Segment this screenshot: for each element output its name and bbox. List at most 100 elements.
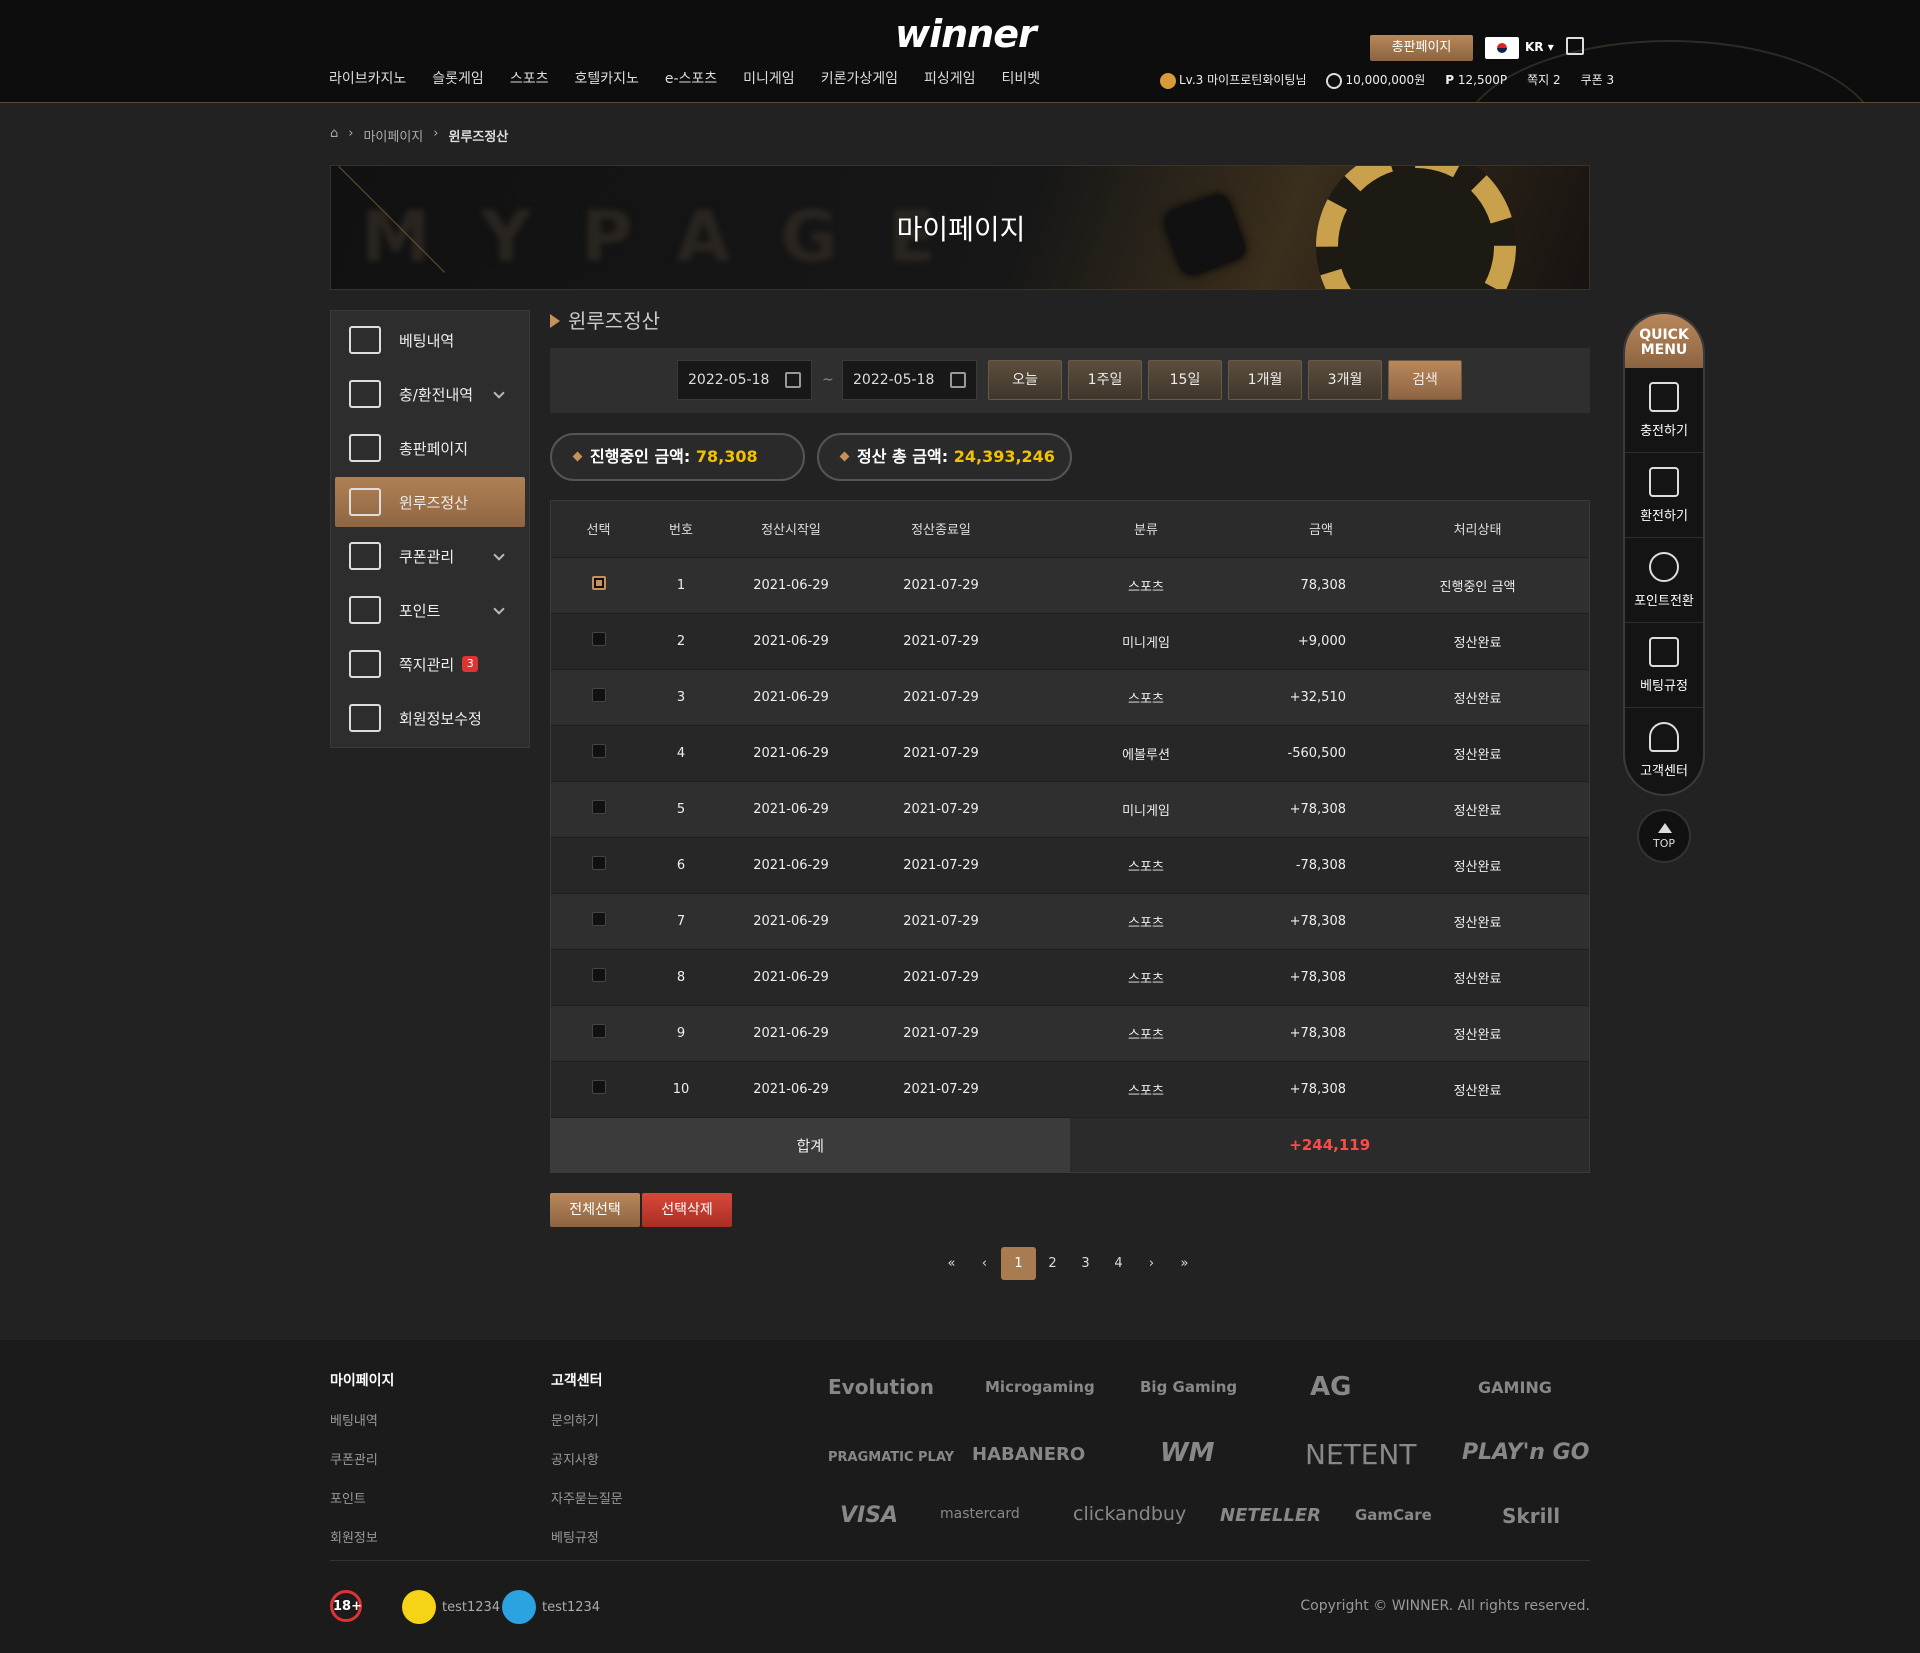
row-checkbox-cell[interactable] — [551, 1004, 646, 1061]
sidebar-item-distributor[interactable]: 총판페이지 — [335, 423, 525, 473]
sidebar-item-messages[interactable]: 쪽지관리 3 — [335, 639, 525, 689]
row-checkbox[interactable] — [591, 912, 606, 926]
kakao-contact[interactable]: test1234 — [402, 1590, 500, 1624]
table-row[interactable]: 9 2021-06-29 2021-07-29 스포츠 +78,308 정산완료 — [551, 1004, 1589, 1061]
filter-1week-button[interactable]: 1주일 — [1068, 360, 1142, 400]
page-button[interactable]: 1 — [1001, 1247, 1036, 1280]
user-coupons[interactable]: 쿠폰 3 — [1581, 71, 1625, 88]
row-checkbox-cell[interactable] — [551, 948, 646, 1005]
column-header: 번호 — [669, 523, 693, 539]
table-row[interactable]: 5 2021-06-29 2021-07-29 미니게임 +78,308 정산완료 — [551, 780, 1589, 837]
page-button[interactable]: 3 — [1069, 1256, 1102, 1271]
table-row[interactable]: 10 2021-06-29 2021-07-29 스포츠 +78,308 정산완료 — [551, 1060, 1589, 1117]
logout-icon[interactable] — [1566, 37, 1584, 55]
sidebar-item-betting-history[interactable]: 베팅내역 — [335, 315, 525, 365]
sidebar-item-member-info[interactable]: 회원정보수정 — [335, 693, 525, 743]
table-row[interactable]: 7 2021-06-29 2021-07-29 스포츠 +78,308 정산완료 — [551, 892, 1589, 949]
row-checkbox-cell[interactable] — [551, 836, 646, 893]
row-checkbox-cell[interactable] — [551, 780, 646, 837]
prev-page-icon[interactable]: ‹ — [968, 1256, 1001, 1271]
site-footer: 마이페이지 베팅내역 쿠폰관리 포인트 회원정보 고객센터 문의하기 공지사항 … — [0, 1340, 1920, 1653]
footer-link[interactable]: 베팅내역 — [330, 1410, 394, 1429]
sidebar-item-winlose[interactable]: 윈루즈정산 — [335, 477, 525, 527]
page-button[interactable]: 4 — [1102, 1256, 1135, 1271]
filter-today-button[interactable]: 오늘 — [988, 360, 1062, 400]
nav-item[interactable]: 피싱게임 — [924, 68, 976, 88]
telegram-contact[interactable]: test1234 — [502, 1590, 600, 1624]
table-row[interactable]: 8 2021-06-29 2021-07-29 스포츠 +78,308 정산완료 — [551, 948, 1589, 1005]
delete-selected-button[interactable]: 선택삭제 — [642, 1193, 732, 1227]
table-row[interactable]: 2 2021-06-29 2021-07-29 미니게임 +9,000 정산완료 — [551, 612, 1589, 669]
in-progress-amount: 진행중인 금액: 78,308 — [550, 433, 805, 481]
footer-link[interactable]: 자주묻는질문 — [551, 1488, 623, 1507]
row-checkbox[interactable] — [591, 632, 606, 646]
nav-item[interactable]: 키론가상게임 — [821, 68, 898, 88]
table-row[interactable]: 4 2021-06-29 2021-07-29 에볼루션 -560,500 정산완료 — [551, 724, 1589, 781]
footer-link[interactable]: 공지사항 — [551, 1449, 623, 1468]
filter-15days-button[interactable]: 15일 — [1148, 360, 1222, 400]
nav-item[interactable]: 라이브카지노 — [329, 68, 406, 88]
footer-link[interactable]: 포인트 — [330, 1488, 394, 1507]
quick-betting-rules[interactable]: 베팅규정 — [1625, 623, 1703, 708]
table-row[interactable]: 3 2021-06-29 2021-07-29 스포츠 +32,510 정산완료 — [551, 668, 1589, 725]
row-checkbox[interactable] — [591, 576, 606, 590]
row-checkbox-cell[interactable] — [551, 556, 646, 613]
row-end-date: 2021-07-29 — [866, 556, 1016, 613]
quick-point-convert[interactable]: 포인트전환 — [1625, 538, 1703, 623]
first-page-icon[interactable]: « — [935, 1256, 968, 1271]
table-row[interactable]: 1 2021-06-29 2021-07-29 스포츠 78,308 진행중인 금액 — [551, 556, 1589, 613]
row-checkbox-cell[interactable] — [551, 612, 646, 669]
select-all-button[interactable]: 전체선택 — [550, 1193, 640, 1227]
nav-item[interactable]: 스포츠 — [510, 68, 549, 88]
row-checkbox[interactable] — [591, 968, 606, 982]
sidebar-item-coupon[interactable]: 쿠폰관리 — [335, 531, 525, 581]
footer-link[interactable]: 문의하기 — [551, 1410, 623, 1429]
sidebar-item-point[interactable]: 포인트 — [335, 585, 525, 635]
row-checkbox-cell[interactable] — [551, 1060, 646, 1117]
nav-item[interactable]: 미니게임 — [743, 68, 795, 88]
nav-item[interactable]: 슬롯게임 — [432, 68, 484, 88]
scroll-top-button[interactable]: TOP — [1637, 809, 1691, 863]
row-checkbox-cell[interactable] — [551, 668, 646, 725]
nav-item[interactable]: 티비벳 — [1002, 68, 1041, 88]
filter-3month-button[interactable]: 3개월 — [1308, 360, 1382, 400]
date-to-input[interactable]: 2022-05-18 — [842, 360, 977, 400]
provider-logo: NETELLER — [1220, 1505, 1322, 1526]
nav-item[interactable]: e-스포츠 — [665, 68, 717, 88]
quick-deposit[interactable]: 충전하기 — [1625, 368, 1703, 453]
date-from-input[interactable]: 2022-05-18 — [677, 360, 812, 400]
row-checkbox[interactable] — [591, 1080, 606, 1095]
row-status: 정산완료 — [1366, 836, 1589, 893]
quick-withdraw[interactable]: 환전하기 — [1625, 453, 1703, 538]
row-amount: +78,308 — [1276, 892, 1366, 949]
row-checkbox[interactable] — [591, 800, 606, 814]
footer-link[interactable]: 베팅규정 — [551, 1527, 623, 1546]
row-checkbox[interactable] — [591, 688, 606, 702]
site-logo[interactable]: winner — [895, 12, 1037, 56]
page-button[interactable]: 2 — [1036, 1256, 1069, 1271]
filter-1month-button[interactable]: 1개월 — [1228, 360, 1302, 400]
user-messages[interactable]: 쪽지 2 — [1527, 71, 1571, 88]
last-page-icon[interactable]: » — [1168, 1256, 1201, 1271]
nav-item[interactable]: 호텔카지노 — [574, 68, 638, 88]
footer-link[interactable]: 쿠폰관리 — [330, 1449, 394, 1468]
row-checkbox-cell[interactable] — [551, 892, 646, 949]
language-selector[interactable]: KR ▾ — [1525, 40, 1554, 54]
search-button[interactable]: 검색 — [1388, 360, 1462, 400]
footer-link[interactable]: 회원정보 — [330, 1527, 394, 1546]
next-page-icon[interactable]: › — [1135, 1256, 1168, 1271]
distributor-page-button[interactable]: 총판페이지 — [1370, 35, 1473, 61]
row-category: 미니게임 — [1016, 780, 1276, 837]
quick-support[interactable]: 고객센터 — [1625, 708, 1703, 793]
breadcrumb-item[interactable]: 마이페이지 — [363, 126, 423, 145]
sidebar-item-deposit-withdraw[interactable]: 충/환전내역 — [335, 369, 525, 419]
row-checkbox[interactable] — [591, 856, 606, 870]
table-row[interactable]: 6 2021-06-29 2021-07-29 스포츠 -78,308 정산완료 — [551, 836, 1589, 893]
korea-flag-icon[interactable] — [1485, 37, 1519, 59]
row-checkbox-cell[interactable] — [551, 724, 646, 781]
row-checkbox[interactable] — [591, 744, 606, 758]
home-icon[interactable]: ⌂ — [330, 126, 338, 145]
row-category: 스포츠 — [1016, 892, 1276, 949]
row-checkbox[interactable] — [591, 1024, 606, 1038]
provider-logo: PLAY'n GO — [1462, 1440, 1590, 1465]
